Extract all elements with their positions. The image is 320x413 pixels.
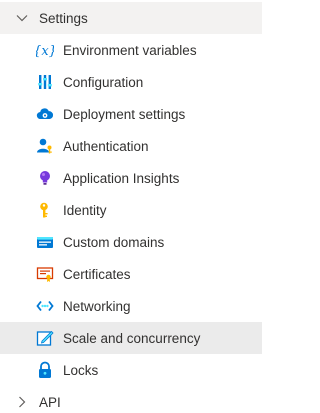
- domain-card-icon: [36, 233, 54, 251]
- nav-item-label: Networking: [63, 298, 131, 314]
- settings-group-header[interactable]: Settings: [0, 2, 262, 34]
- nav-item-environment-variables[interactable]: {x} Environment variables: [0, 34, 262, 66]
- nav-item-label: Identity: [63, 202, 107, 218]
- user-key-icon: [36, 137, 54, 155]
- nav-item-identity[interactable]: Identity: [0, 194, 262, 226]
- nav-item-label: Locks: [63, 362, 99, 378]
- api-group-label: API: [39, 394, 61, 410]
- scale-edit-icon: [36, 329, 54, 347]
- networking-icon: [36, 297, 54, 315]
- settings-items-list: {x} Environment variables Configuration: [0, 34, 262, 386]
- lightbulb-icon: [36, 169, 54, 187]
- nav-item-configuration[interactable]: Configuration: [0, 66, 262, 98]
- settings-navigation-menu: Settings {x} Environment variables: [0, 0, 262, 413]
- nav-item-certificates[interactable]: Certificates: [0, 258, 262, 290]
- svg-text:{x}: {x}: [36, 44, 54, 59]
- nav-item-deployment-settings[interactable]: Deployment settings: [0, 98, 262, 130]
- certificate-icon: [36, 265, 54, 283]
- nav-item-label: Environment variables: [63, 42, 197, 58]
- nav-item-scale-and-concurrency[interactable]: Scale and concurrency: [0, 322, 262, 354]
- lock-icon: [36, 361, 54, 379]
- chevron-right-icon: [14, 394, 30, 410]
- cloud-gear-icon: [36, 105, 54, 123]
- key-identity-icon: [36, 201, 54, 219]
- nav-item-custom-domains[interactable]: Custom domains: [0, 226, 262, 258]
- nav-item-label: Configuration: [63, 74, 144, 90]
- configuration-sliders-icon: [36, 73, 54, 91]
- variable-icon: {x}: [36, 41, 54, 59]
- nav-item-label: Deployment settings: [63, 106, 186, 122]
- nav-item-authentication[interactable]: Authentication: [0, 130, 262, 162]
- nav-item-application-insights[interactable]: Application Insights: [0, 162, 262, 194]
- nav-item-networking[interactable]: Networking: [0, 290, 262, 322]
- settings-group-label: Settings: [39, 10, 88, 26]
- nav-item-label: Scale and concurrency: [63, 330, 201, 346]
- api-group-header[interactable]: API: [0, 387, 262, 413]
- nav-item-locks[interactable]: Locks: [0, 354, 262, 386]
- chevron-down-icon: [14, 10, 30, 26]
- nav-item-label: Authentication: [63, 138, 149, 154]
- nav-item-label: Certificates: [63, 266, 131, 282]
- nav-item-label: Custom domains: [63, 234, 165, 250]
- nav-item-label: Application Insights: [63, 170, 180, 186]
